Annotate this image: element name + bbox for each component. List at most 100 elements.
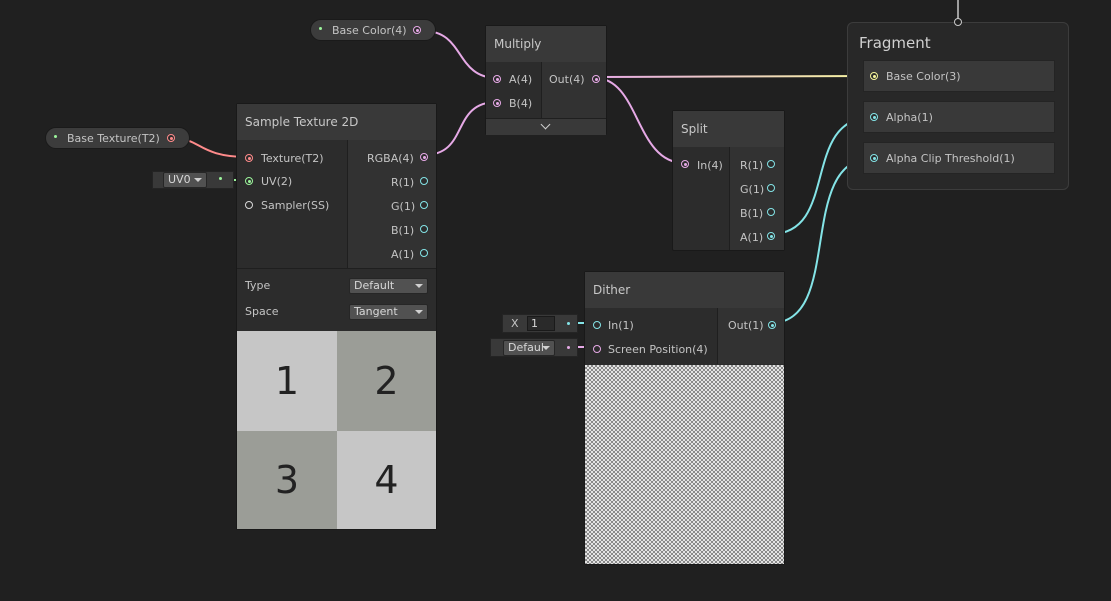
dither-screen-position-label: Screen Position(4)	[608, 343, 708, 356]
split-g-port[interactable]	[767, 184, 775, 192]
base-color-block-label: Base Color(3)	[886, 70, 961, 83]
space-value: Tangent	[354, 305, 398, 318]
dither-out-label: Out(1)	[728, 319, 764, 332]
dither-screen-position-port[interactable]	[593, 345, 601, 353]
alpha-block-label: Alpha(1)	[886, 111, 933, 124]
texture-input-port[interactable]	[245, 154, 253, 162]
node-output-panel	[718, 308, 784, 364]
node-title: Sample Texture 2D	[245, 115, 359, 129]
chevron-down-icon	[540, 119, 551, 130]
split-in-port[interactable]	[681, 160, 689, 168]
multiply-a-input-port[interactable]	[493, 75, 501, 83]
alpha-clip-threshold-block[interactable]: Alpha Clip Threshold(1)	[863, 142, 1055, 174]
split-a-port[interactable]	[767, 232, 775, 240]
screen-position-mode-dropdown[interactable]: Defaul	[503, 340, 555, 356]
dither-out-port[interactable]	[768, 321, 776, 329]
chevron-down-icon	[194, 178, 202, 182]
base-color-output-port[interactable]	[413, 26, 421, 34]
screen-position-field-output-port	[567, 346, 570, 349]
screen-position-mode-value: Defaul	[508, 341, 544, 354]
g-output-port[interactable]	[420, 201, 428, 209]
port-fill-dot	[769, 234, 773, 238]
multiply-b-input-port[interactable]	[493, 99, 501, 107]
sample-texture-2d-node[interactable]: Sample Texture 2D Texture(T2) UV(2) Samp…	[236, 103, 437, 530]
split-b-port[interactable]	[767, 208, 775, 216]
chevron-down-icon	[542, 346, 550, 350]
base-color-block[interactable]: Base Color(3)	[863, 60, 1055, 92]
x-value-input[interactable]: 1	[527, 316, 555, 331]
dither-x-field: X 1	[502, 314, 578, 333]
multiply-out-port[interactable]	[592, 75, 600, 83]
x-value: 1	[531, 317, 538, 330]
port-fill-dot	[683, 162, 687, 166]
alpha-block-port[interactable]	[870, 113, 878, 121]
b-output-port[interactable]	[420, 225, 428, 233]
port-fill-dot	[247, 179, 251, 183]
split-in-label: In(4)	[697, 159, 723, 172]
base-color-block-port[interactable]	[870, 72, 878, 80]
rgba-output-port[interactable]	[420, 153, 428, 161]
sampler-input-port[interactable]	[245, 201, 253, 209]
wire-multiply-to-split[interactable]	[594, 77, 685, 164]
port-fill-dot	[422, 155, 426, 159]
property-dot-icon	[54, 135, 57, 138]
node-title: Split	[681, 122, 708, 136]
alpha-block[interactable]: Alpha(1)	[863, 101, 1055, 133]
port-fill-dot	[594, 77, 598, 81]
chevron-down-icon	[415, 284, 423, 288]
g-output-label: G(1)	[391, 200, 416, 213]
multiply-out-label: Out(4)	[549, 73, 585, 86]
base-color-property-node[interactable]: Base Color(4)	[310, 19, 436, 41]
dither-in-label: In(1)	[608, 319, 634, 332]
alpha-clip-threshold-block-port[interactable]	[870, 154, 878, 162]
node-title: Dither	[593, 283, 631, 297]
base-texture-property-node[interactable]: Base Texture(T2)	[45, 127, 190, 149]
node-title-bar[interactable]: Dither	[585, 272, 784, 308]
uv-input-label: UV(2)	[261, 175, 293, 188]
space-label: Space	[245, 305, 279, 318]
x-field-output-port	[567, 322, 570, 325]
uv-input-port[interactable]	[245, 177, 253, 185]
split-r-port[interactable]	[767, 160, 775, 168]
multiply-a-input-label: A(4)	[509, 73, 533, 86]
rgba-output-label: RGBA(4)	[367, 152, 414, 165]
node-collapse-bar[interactable]	[486, 118, 606, 135]
node-title-bar[interactable]: Split	[673, 111, 784, 147]
x-field-label: X	[511, 317, 519, 330]
b-output-label: B(1)	[391, 224, 415, 237]
preview-cell-3: 3	[237, 431, 337, 529]
port-fill-dot	[495, 101, 499, 105]
dither-node[interactable]: Dither In(1) Screen Position(4) Out(1)	[584, 271, 785, 565]
port-fill-dot	[872, 115, 876, 119]
node-title-bar[interactable]: Multiply	[486, 26, 606, 62]
vertex-link-port	[954, 18, 962, 26]
type-dropdown[interactable]: Default	[349, 278, 428, 294]
texture-input-label: Texture(T2)	[261, 152, 324, 165]
a-output-port[interactable]	[420, 249, 428, 257]
screen-position-field: Defaul	[490, 338, 578, 357]
multiply-node[interactable]: Multiply A(4) B(4) Out(4)	[485, 25, 607, 135]
node-title-bar[interactable]: Sample Texture 2D	[237, 104, 436, 140]
split-b-label: B(1)	[740, 207, 764, 220]
dither-in-port[interactable]	[593, 321, 601, 329]
split-g-label: G(1)	[740, 183, 765, 196]
split-node[interactable]: Split In(4) R(1) G(1) B(1) A(1)	[672, 110, 785, 251]
wire-multiply-to-base-color[interactable]	[594, 75, 874, 78]
type-value: Default	[354, 279, 395, 292]
port-fill-dot	[770, 323, 774, 327]
port-fill-dot	[872, 74, 876, 78]
port-fill-dot	[495, 77, 499, 81]
base-texture-property-label: Base Texture(T2)	[67, 132, 160, 145]
preview-cell-1: 1	[237, 331, 337, 431]
r-output-port[interactable]	[420, 177, 428, 185]
multiply-b-input-label: B(4)	[509, 97, 533, 110]
base-texture-output-port[interactable]	[167, 134, 175, 142]
uv-channel-dropdown[interactable]: UV0	[163, 172, 207, 188]
chevron-down-icon	[415, 310, 423, 314]
type-label: Type	[245, 279, 271, 292]
fragment-context[interactable]: Fragment Base Color(3) Alpha(1) Alpha Cl…	[847, 18, 1069, 190]
port-fill-dot	[415, 28, 419, 32]
base-color-property-label: Base Color(4)	[332, 24, 407, 37]
alpha-clip-threshold-block-label: Alpha Clip Threshold(1)	[886, 152, 1015, 165]
space-dropdown[interactable]: Tangent	[349, 304, 428, 320]
